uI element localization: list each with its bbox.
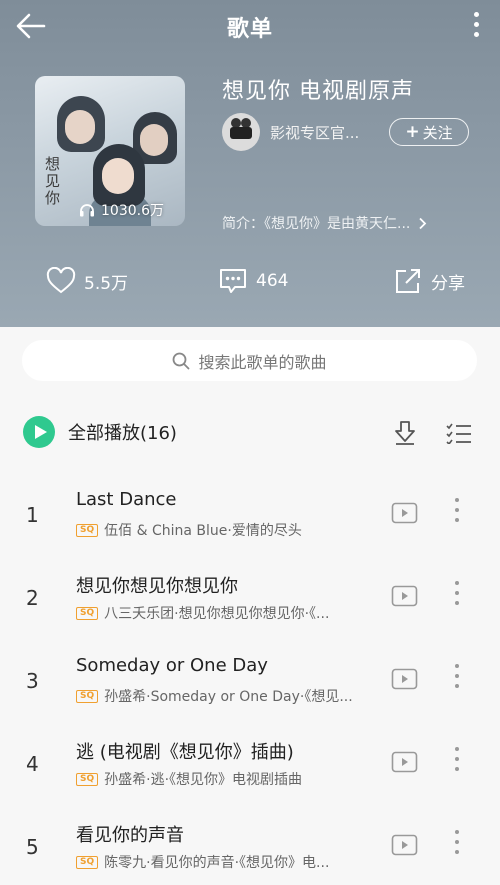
song-row[interactable]: 5 看见你的声音 SQ 陈零九·看见你的声音·《想见你》电... — [0, 809, 500, 885]
follow-label: 关注 — [422, 123, 453, 142]
song-artist-album: 陈零九·看见你的声音·《想见你》电... — [104, 855, 330, 871]
song-meta: SQ 孙盛希·逃·《想见你》电视剧插曲 — [76, 769, 384, 789]
plus-icon: + — [405, 122, 420, 142]
song-more-icon[interactable] — [454, 664, 460, 692]
search-input[interactable]: 搜索此歌单的歌曲 — [22, 340, 477, 381]
top-bar: 歌单 — [0, 0, 500, 52]
playlist-intro[interactable]: 简介：《想见你》是由黄天仁... — [222, 213, 427, 233]
playlist-title: 想见你 电视剧原声 — [222, 79, 414, 104]
song-row[interactable]: 4 逃 (电视剧《想见你》插曲) SQ 孙盛希·逃·《想见你》电视剧插曲 — [0, 726, 500, 806]
song-meta: SQ 伍佰 & China Blue·爱情的尽头 — [76, 520, 384, 540]
song-row[interactable]: 1 Last Dance SQ 伍佰 & China Blue·爱情的尽头 — [0, 477, 500, 557]
song-panel: 搜索此歌单的歌曲 全部播放(16) 1 Last Dance SQ 伍佰 & Chin… — [0, 327, 500, 885]
play-all-button[interactable]: 全部播放(16) — [22, 415, 177, 449]
song-row[interactable]: 2 想见你想见你想见你 SQ 八三夭乐团·想见你想见你想见你·《... — [0, 560, 500, 640]
comment-count: 464 — [256, 271, 289, 291]
video-play-icon[interactable] — [391, 668, 418, 690]
video-play-icon[interactable] — [391, 585, 418, 607]
play-all-label: 全部播放(16) — [68, 423, 177, 444]
song-title: Last Dance — [76, 489, 177, 510]
video-play-icon[interactable] — [391, 751, 418, 773]
song-more-icon[interactable] — [454, 747, 460, 775]
song-title: Someday or One Day — [76, 655, 268, 676]
search-placeholder: 搜索此歌单的歌曲 — [198, 352, 327, 372]
download-icon[interactable] — [393, 420, 417, 446]
follow-button[interactable]: + 关注 — [389, 118, 469, 146]
song-artist-album: 孙盛希·Someday or One Day·《想见... — [104, 689, 353, 705]
song-meta: SQ 陈零九·看见你的声音·《想见你》电... — [76, 852, 384, 872]
song-more-icon[interactable] — [454, 830, 460, 858]
cover-art-text: 想见你 — [45, 155, 61, 207]
playlist-cover[interactable]: 想见你 1030.6万 — [35, 76, 185, 226]
song-title: 逃 (电视剧《想见你》插曲) — [76, 742, 294, 763]
song-index: 1 — [26, 503, 39, 527]
song-row[interactable]: 3 Someday or One Day SQ 孙盛希·Someday or One … — [0, 643, 500, 723]
sq-badge: SQ — [76, 689, 99, 703]
sq-badge: SQ — [76, 855, 99, 869]
song-title: 想见你想见你想见你 — [76, 576, 238, 597]
headphone-icon — [80, 204, 94, 217]
video-play-icon[interactable] — [391, 502, 418, 524]
song-more-icon[interactable] — [454, 498, 460, 526]
sq-badge: SQ — [76, 523, 99, 537]
song-more-icon[interactable] — [454, 581, 460, 609]
sq-badge: SQ — [76, 606, 99, 620]
play-count-value: 1030.6万 — [101, 203, 164, 219]
song-index: 5 — [26, 835, 39, 859]
song-index: 2 — [26, 586, 39, 610]
share-icon — [396, 269, 420, 293]
like-count: 5.5万 — [84, 273, 129, 294]
song-index: 4 — [26, 752, 39, 776]
search-icon — [173, 352, 190, 369]
comment-button[interactable]: 464 — [218, 267, 288, 295]
song-index: 3 — [26, 669, 39, 693]
play-count: 1030.6万 — [79, 200, 164, 220]
video-play-icon[interactable] — [391, 834, 418, 856]
song-title: 看见你的声音 — [76, 825, 184, 846]
play-circle-icon — [23, 416, 55, 448]
song-artist-album: 八三夭乐团·想见你想见你想见你·《... — [104, 606, 330, 622]
multi-select-icon[interactable] — [446, 422, 472, 444]
page-title: 歌单 — [226, 17, 273, 42]
chevron-right-icon — [419, 217, 427, 229]
action-bar: 5.5万 464 分享 — [0, 262, 500, 302]
like-button[interactable]: 5.5万 — [46, 267, 128, 295]
share-button[interactable]: 分享 — [393, 267, 465, 295]
share-label: 分享 — [431, 273, 465, 294]
song-meta: SQ 八三夭乐团·想见你想见你想见你·《... — [76, 603, 384, 623]
song-meta: SQ 孙盛希·Someday or One Day·《想见... — [76, 686, 384, 706]
song-artist-album: 孙盛希·逃·《想见你》电视剧插曲 — [104, 772, 303, 788]
song-artist-album: 伍佰 & China Blue·爱情的尽头 — [104, 523, 302, 539]
sq-badge: SQ — [76, 772, 99, 786]
heart-icon — [46, 267, 76, 294]
more-options-icon[interactable] — [472, 12, 480, 42]
playlist-header: 歌单 想见你 1030.6万 想见你 电视剧原声 影视专区官... + 关注 简… — [0, 0, 500, 327]
intro-text: 简介：《想见你》是由黄天仁... — [222, 216, 411, 232]
creator-name[interactable]: 影视专区官... — [270, 122, 359, 143]
creator-avatar[interactable] — [222, 113, 260, 151]
comment-icon — [220, 269, 246, 293]
